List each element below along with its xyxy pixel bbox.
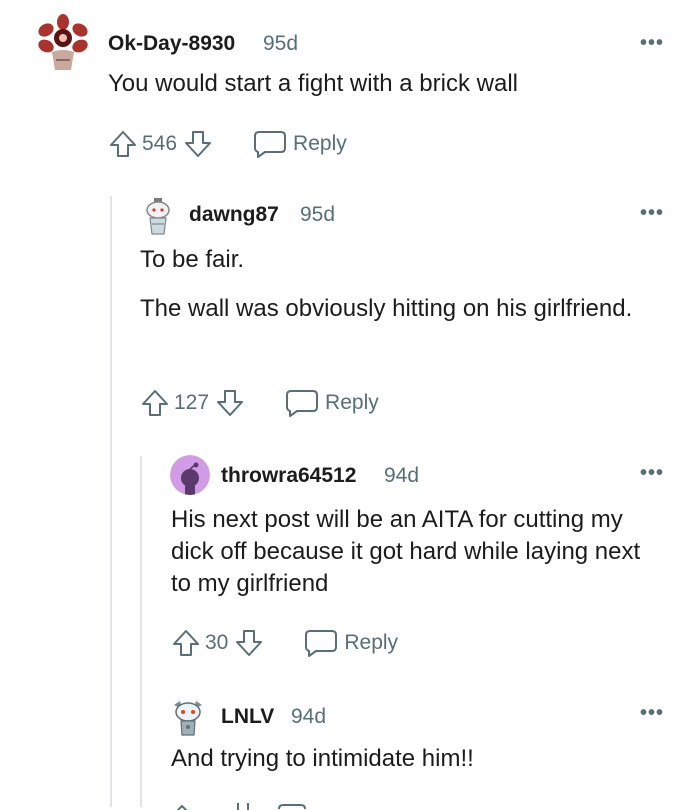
comment-age: 94d [291,705,327,728]
reply-label: Reply [344,631,399,654]
more-options-icon[interactable]: ••• [640,33,664,53]
comment-text: To be fair. [140,246,245,273]
downvote-arrow-icon[interactable] [234,628,264,658]
comment-author[interactable]: Ok-Day-8930 [108,32,235,56]
avatar[interactable] [38,14,88,72]
comment-body: And trying to intimidate him!! [171,743,661,775]
comment-body: To be fair. The wall was obviously hitti… [140,244,660,325]
comment-actions-partial [170,800,310,810]
upvote-arrow-icon[interactable] [140,388,170,418]
comment-text: His next post will be an AITA for cuttin… [171,506,641,597]
reply-label: Reply [325,391,379,414]
speech-bubble-icon [254,131,287,158]
comment-actions: 546 Reply [108,124,347,164]
upvote-arrow-icon[interactable] [108,129,138,159]
downvote-arrow-icon[interactable] [215,388,245,418]
reply-button[interactable]: Reply [285,388,379,418]
avatar[interactable] [170,697,206,737]
avatar[interactable] [170,455,210,495]
comment-text: The wall was obviously hitting on his gi… [140,295,633,322]
reply-button[interactable]: Reply [253,129,347,159]
comment-text: And trying to intimidate him!! [171,745,474,772]
avatar[interactable] [140,196,176,236]
comment-age: 95d [300,203,336,226]
comment-author[interactable]: LNLV [221,705,274,729]
demogorgon-avatar-icon [38,14,88,70]
vote-score: 546 [142,132,178,155]
reply-button[interactable]: Reply [304,628,398,658]
speech-bubble-icon [286,390,319,417]
snoo-avatar-icon [146,198,170,235]
comment-body: You would start a fight with a brick wal… [108,68,668,100]
vote-score: 30 [205,631,229,654]
more-options-icon[interactable]: ••• [640,703,664,723]
default-snoo-avatar-icon [170,455,210,495]
comment-author[interactable]: dawng87 [189,203,279,227]
vote-score: 127 [174,391,210,414]
speech-bubble-icon [305,630,338,657]
comment-text: You would start a fight with a brick wal… [108,70,518,97]
comment-body: His next post will be an AITA for cuttin… [171,504,661,600]
more-options-icon[interactable]: ••• [640,463,664,483]
thread-line-level-2[interactable] [140,456,142,807]
downvote-arrow-icon[interactable] [183,129,213,159]
thread-line-level-1[interactable] [110,196,112,807]
upvote-arrow-icon[interactable] [171,628,201,658]
comment-actions: 127 Reply [140,383,379,423]
comment-actions: 30 Reply [171,623,398,663]
comment-author[interactable]: throwra64512 [221,464,356,488]
snoo-avatar-icon [174,701,202,736]
comment-age: 95d [263,32,299,55]
comment-age: 94d [384,464,420,487]
reply-label: Reply [293,132,347,155]
more-options-icon[interactable]: ••• [640,203,664,223]
